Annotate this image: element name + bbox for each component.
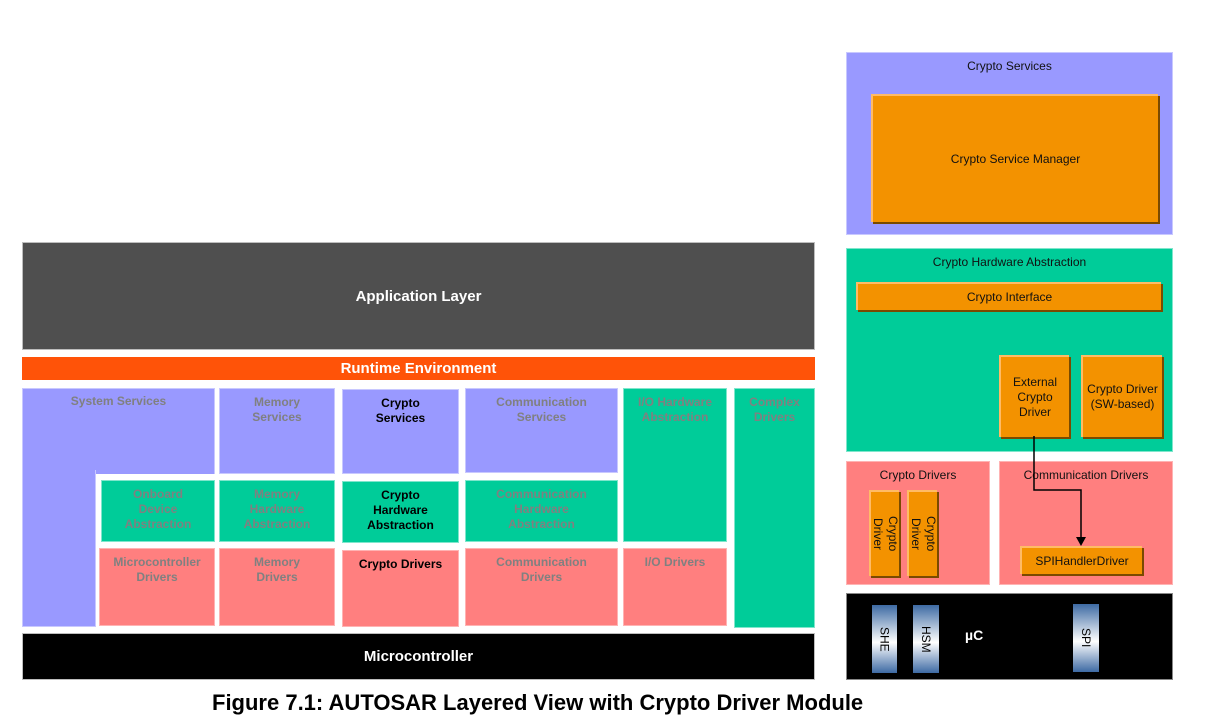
crypto-driver-sw-based-label: Crypto Driver (SW-based) (1087, 382, 1158, 411)
external-crypto-driver: External Crypto Driver (999, 355, 1069, 437)
memory-services-label: Memory Services (252, 395, 302, 424)
detail-communication-drivers-title: Communication Drivers (1023, 468, 1149, 482)
onboard-device-abstraction: Onboard Device Abstraction (101, 480, 215, 542)
communication-hardware-abstraction-label: Communication Hardware Abstraction (496, 487, 587, 531)
microcontroller-drivers: Microcontroller Drivers (99, 548, 215, 626)
chip-spi: SPI (1073, 604, 1099, 672)
crypto-service-manager: Crypto Service Manager (871, 94, 1158, 222)
detail-crypto-hw-abstraction-title: Crypto Hardware Abstraction (932, 255, 1087, 269)
crypto-driver-1: Crypto Driver (869, 490, 900, 576)
chip-she: SHE (872, 605, 897, 673)
crypto-driver-2-label: Crypto Driver (909, 516, 938, 552)
external-crypto-driver-label: External Crypto Driver (1012, 374, 1058, 419)
complex-drivers-label: Complex Drivers (749, 395, 800, 424)
communication-drivers: Communication Drivers (465, 548, 618, 626)
chip-spi-label: SPI (1079, 628, 1093, 648)
chip-hsm-label: HSM (919, 625, 933, 653)
crypto-services-label: Crypto Services (375, 396, 426, 425)
crypto-drivers: Crypto Drivers (342, 550, 459, 627)
memory-drivers: Memory Drivers (219, 548, 335, 626)
detail-communication-drivers: Communication Drivers SPIHandlerDriver (999, 461, 1173, 585)
memory-services: Memory Services (219, 388, 335, 474)
crypto-interface: Crypto Interface (856, 282, 1161, 310)
io-drivers-label: I/O Drivers (644, 555, 706, 569)
crypto-drivers-label: Crypto Drivers (358, 557, 443, 571)
communication-services: Communication Services (465, 388, 618, 473)
system-services: System Services (22, 388, 215, 408)
complex-drivers: Complex Drivers (734, 388, 815, 628)
crypto-driver-sw-based: Crypto Driver (SW-based) (1081, 355, 1162, 437)
crypto-interface-label: Crypto Interface (966, 289, 1053, 304)
microcontroller-label: µC (965, 627, 984, 643)
system-services-column (22, 470, 96, 627)
crypto-hardware-abstraction: Crypto Hardware Abstraction (342, 481, 459, 543)
spi-handler-driver: SPIHandlerDriver (1020, 546, 1142, 574)
chip-hsm: HSM (913, 605, 939, 673)
io-hardware-abstraction: I/O Hardware Abstraction (623, 388, 727, 542)
microcontroller-layer-label: Microcontroller (363, 648, 474, 665)
detail-crypto-drivers-title: Crypto Drivers (879, 468, 957, 482)
runtime-environment: Runtime Environment (22, 357, 815, 380)
crypto-driver-2: Crypto Driver (907, 490, 938, 576)
communication-services-label: Communication Services (496, 395, 587, 424)
detail-crypto-hw-abstraction: Crypto Hardware Abstraction Crypto Inter… (846, 248, 1173, 452)
crypto-services: Crypto Services (342, 389, 459, 474)
runtime-environment-label: Runtime Environment (340, 360, 497, 377)
detail-microcontroller: SHE HSM µC SPI (846, 593, 1173, 680)
communication-hardware-abstraction: Communication Hardware Abstraction (465, 480, 618, 542)
communication-drivers-label: Communication Drivers (496, 555, 587, 584)
crypto-service-manager-label: Crypto Service Manager (950, 151, 1081, 166)
io-drivers: I/O Drivers (623, 548, 727, 626)
io-hardware-abstraction-label: I/O Hardware Abstraction (637, 395, 713, 424)
detail-crypto-services: Crypto Services Crypto Service Manager (846, 52, 1173, 235)
microcontroller-layer: Microcontroller (22, 633, 815, 680)
crypto-hardware-abstraction-label: Crypto Hardware Abstraction (367, 488, 434, 532)
application-layer-label: Application Layer (355, 287, 482, 305)
figure-caption: Figure 7.1: AUTOSAR Layered View with Cr… (212, 690, 864, 715)
application-layer: Application Layer (22, 242, 815, 350)
spi-handler-driver-label: SPIHandlerDriver (1035, 553, 1129, 568)
memory-hardware-abstraction-label: Memory Hardware Abstraction (243, 487, 311, 531)
system-services-label: System Services (70, 394, 167, 408)
microcontroller-drivers-label: Microcontroller Drivers (113, 555, 201, 584)
chip-she-label: SHE (877, 626, 892, 652)
memory-hardware-abstraction: Memory Hardware Abstraction (219, 480, 335, 542)
detail-crypto-drivers: Crypto Drivers Crypto Driver Crypto Driv… (846, 461, 990, 585)
crypto-driver-1-label: Crypto Driver (871, 516, 900, 552)
memory-drivers-label: Memory Drivers (253, 555, 300, 584)
detail-crypto-services-title: Crypto Services (967, 59, 1052, 73)
onboard-device-abstraction-label: Onboard Device Abstraction (124, 487, 192, 531)
